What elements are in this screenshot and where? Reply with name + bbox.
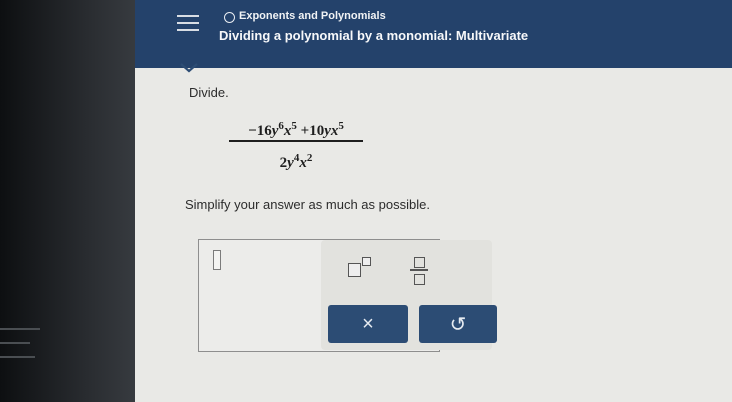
- fraction-bar: [229, 140, 363, 142]
- fraction-template-icon[interactable]: [410, 255, 428, 285]
- header-bar: Exponents and Polynomials Dividing a pol…: [135, 0, 732, 68]
- hamburger-menu-icon[interactable]: [177, 14, 199, 32]
- page-title: Dividing a polynomial by a monomial: Mul…: [219, 28, 529, 43]
- monitor-bezel: [0, 0, 150, 402]
- chevron-down-icon[interactable]: [177, 60, 201, 76]
- topic-status-icon: [224, 12, 235, 23]
- problem-instruction: Simplify your answer as much as possible…: [185, 197, 430, 212]
- expression-denominator: 2y4x2: [279, 151, 313, 171]
- topic-label: Exponents and Polynomials: [239, 10, 386, 22]
- problem-expression: −16y6x5 +10yx5 2y4x2: [229, 114, 363, 171]
- clear-button[interactable]: ×: [328, 305, 408, 343]
- expression-numerator: −16y6x5 +10yx5: [248, 120, 344, 139]
- bezel-line: [0, 356, 35, 358]
- bezel-line: [0, 342, 30, 344]
- undo-button[interactable]: ↺: [419, 305, 497, 343]
- exponent-template-icon[interactable]: [348, 257, 374, 277]
- bezel-line: [0, 328, 40, 330]
- problem-prompt: Divide.: [189, 85, 229, 100]
- input-cursor-icon: [213, 250, 221, 270]
